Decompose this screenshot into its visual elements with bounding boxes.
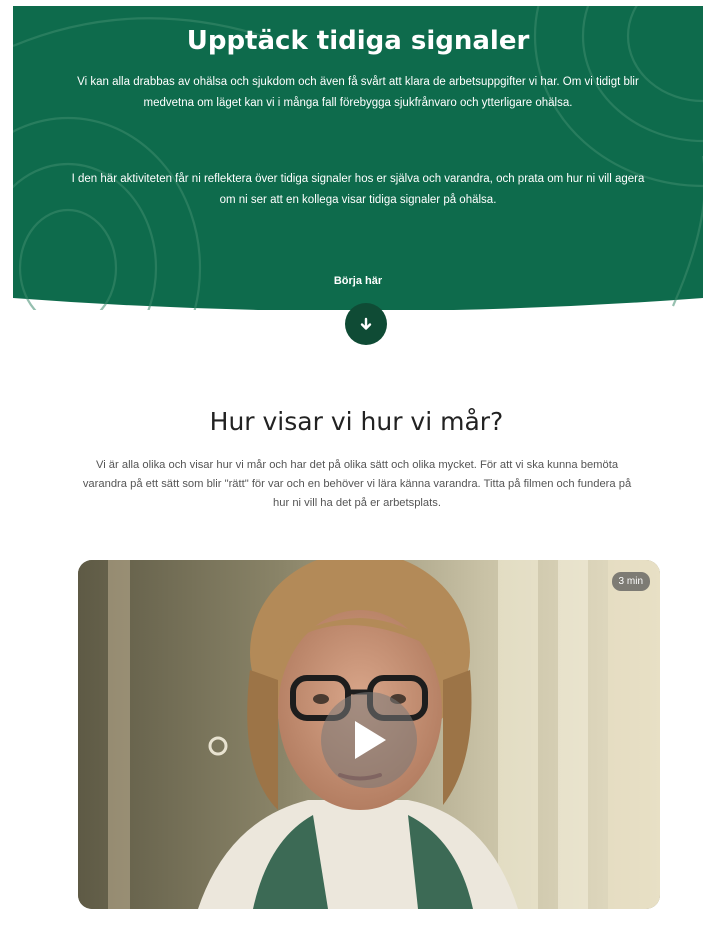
arrow-down-icon	[360, 317, 372, 330]
section-description: Vi är alla olika och visar hur vi mår oc…	[82, 459, 632, 509]
hero-activity-text: I den här aktiviteten får ni reflektera …	[71, 173, 645, 206]
scroll-down-button[interactable]	[345, 303, 387, 345]
section-title: Hur visar vi hur vi mår?	[209, 407, 504, 436]
hero-banner: Upptäck tidiga signaler Vi kan alla drab…	[13, 6, 703, 310]
start-here-link[interactable]: Börja här	[13, 274, 703, 288]
video-player[interactable]: 3 min	[78, 560, 660, 909]
play-icon	[355, 721, 386, 759]
video-duration-badge: 3 min	[611, 572, 650, 591]
play-button[interactable]	[321, 692, 417, 788]
hero-title: Upptäck tidiga signaler	[186, 26, 530, 56]
hero-intro-text: Vi kan alla drabbas av ohälsa och sjukdo…	[77, 76, 639, 109]
